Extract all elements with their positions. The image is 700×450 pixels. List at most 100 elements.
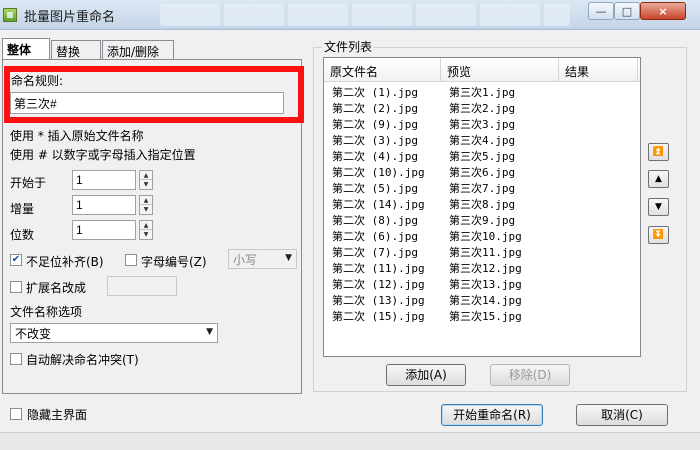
tab-replace[interactable]: 替换 [51, 40, 101, 60]
pad-label: 不足位补齐(B) [26, 255, 104, 269]
spin-down-icon[interactable]: ▼ [140, 205, 152, 214]
step-input[interactable] [72, 195, 136, 215]
digits-input[interactable] [72, 220, 136, 240]
tab-overall[interactable]: 整体 [2, 38, 50, 60]
move-bottom-button[interactable]: ⏬ [648, 226, 669, 244]
original-filename: 第二次 (1).jpg [332, 86, 418, 99]
case-value: 小写 [233, 253, 258, 267]
start-rename-button[interactable]: 开始重命名(R) [441, 404, 543, 426]
cancel-button[interactable]: 取消(C) [576, 404, 668, 426]
preview-filename: 第三次13.jpg [449, 278, 522, 291]
filename-option-value: 不改变 [15, 327, 52, 341]
start-spinner[interactable]: ▲ ▼ [139, 170, 153, 190]
remove-button[interactable]: 移除(D) [490, 364, 570, 386]
preview-filename: 第三次4.jpg [449, 134, 516, 147]
preview-filename: 第三次1.jpg [449, 86, 516, 99]
step-spinner[interactable]: ▲ ▼ [139, 195, 153, 215]
preview-filename: 第三次11.jpg [449, 246, 522, 259]
move-up-button[interactable]: ▲ [648, 170, 669, 188]
move-down-icon: ▼ [655, 202, 662, 212]
table-row[interactable]: 第二次 (15).jpg 第三次15.jpg [324, 307, 640, 323]
case-select[interactable]: 小写 ▼ [228, 249, 297, 269]
original-filename: 第二次 (13).jpg [332, 294, 425, 307]
letter-number-checkbox[interactable] [125, 254, 137, 266]
table-row[interactable]: 第二次 (1).jpg 第三次1.jpg [324, 83, 640, 99]
auto-resolve-label: 自动解决命名冲突(T) [26, 353, 139, 367]
original-filename: 第二次 (6).jpg [332, 230, 418, 243]
filename-option-select[interactable]: 不改变 ▼ [10, 323, 218, 343]
digits-spinner[interactable]: ▲ ▼ [139, 220, 153, 240]
original-filename: 第二次 (4).jpg [332, 150, 418, 163]
original-filename: 第二次 (11).jpg [332, 262, 425, 275]
table-row[interactable]: 第二次 (8).jpg 第三次9.jpg [324, 211, 640, 227]
original-filename: 第二次 (2).jpg [332, 102, 418, 115]
preview-filename: 第三次10.jpg [449, 230, 522, 243]
auto-resolve-checkbox[interactable] [10, 353, 22, 365]
column-original[interactable]: 原文件名 [324, 58, 441, 82]
table-row[interactable]: 第二次 (10).jpg 第三次6.jpg [324, 163, 640, 179]
preview-filename: 第三次3.jpg [449, 118, 516, 131]
preview-filename: 第三次6.jpg [449, 166, 516, 179]
original-filename: 第二次 (9).jpg [332, 118, 418, 131]
preview-filename: 第三次5.jpg [449, 150, 516, 163]
table-row[interactable]: 第二次 (4).jpg 第三次5.jpg [324, 147, 640, 163]
table-row[interactable]: 第二次 (9).jpg 第三次3.jpg [324, 115, 640, 131]
add-button[interactable]: 添加(A) [386, 364, 466, 386]
original-filename: 第二次 (3).jpg [332, 134, 418, 147]
spin-down-icon[interactable]: ▼ [140, 180, 152, 189]
chevron-down-icon: ▼ [206, 327, 213, 337]
move-top-button[interactable]: ⏫ [648, 143, 669, 161]
maximize-button[interactable]: □ [614, 2, 640, 20]
filename-options-label: 文件名称选项 [10, 305, 83, 319]
table-row[interactable]: 第二次 (7).jpg 第三次11.jpg [324, 243, 640, 259]
preview-filename: 第三次12.jpg [449, 262, 522, 275]
ext-label: 扩展名改成 [26, 281, 87, 295]
table-row[interactable]: 第二次 (12).jpg 第三次13.jpg [324, 275, 640, 291]
rename-dialog: 批量图片重命名 — □ × 整体 替换 添加/删除 命名规则: 使用 * 插入原… [0, 0, 700, 450]
move-down-button[interactable]: ▼ [648, 198, 669, 216]
table-row[interactable]: 第二次 (14).jpg 第三次8.jpg [324, 195, 640, 211]
close-button[interactable]: × [640, 2, 686, 20]
file-listview[interactable]: 原文件名 预览 结果 第二次 (1).jpg 第三次1.jpg 第二次 (2).jp… [323, 57, 641, 357]
highlight-box [4, 66, 304, 123]
preview-filename: 第三次9.jpg [449, 214, 516, 227]
table-row[interactable]: 第二次 (5).jpg 第三次7.jpg [324, 179, 640, 195]
original-filename: 第二次 (12).jpg [332, 278, 425, 291]
table-row[interactable]: 第二次 (2).jpg 第三次2.jpg [324, 99, 640, 115]
original-filename: 第二次 (10).jpg [332, 166, 425, 179]
table-row[interactable]: 第二次 (6).jpg 第三次10.jpg [324, 227, 640, 243]
minimize-icon: — [595, 4, 607, 18]
spin-up-icon[interactable]: ▲ [140, 171, 152, 180]
status-strip [0, 432, 700, 450]
spin-up-icon[interactable]: ▲ [140, 221, 152, 230]
move-top-icon: ⏫ [652, 147, 665, 157]
digits-label: 位数 [10, 228, 35, 242]
column-preview[interactable]: 预览 [441, 58, 559, 82]
hide-main-checkbox[interactable] [10, 408, 22, 420]
title-bar[interactable]: 批量图片重命名 — □ × [0, 0, 700, 30]
chevron-down-icon: ▼ [285, 253, 292, 263]
original-filename: 第二次 (15).jpg [332, 310, 425, 323]
column-result[interactable]: 结果 [559, 58, 638, 82]
table-row[interactable]: 第二次 (13).jpg 第三次14.jpg [324, 291, 640, 307]
app-icon [3, 8, 17, 22]
spin-down-icon[interactable]: ▼ [140, 230, 152, 239]
ext-checkbox[interactable] [10, 281, 22, 293]
pad-checkbox[interactable]: ✔ [10, 254, 22, 266]
table-row[interactable]: 第二次 (11).jpg 第三次12.jpg [324, 259, 640, 275]
original-filename: 第二次 (7).jpg [332, 246, 418, 259]
table-row[interactable]: 第二次 (3).jpg 第三次4.jpg [324, 131, 640, 147]
maximize-icon: □ [621, 4, 633, 18]
spin-up-icon[interactable]: ▲ [140, 196, 152, 205]
preview-filename: 第三次8.jpg [449, 198, 516, 211]
ext-input[interactable] [107, 276, 177, 296]
original-filename: 第二次 (14).jpg [332, 198, 425, 211]
move-up-icon: ▲ [655, 174, 662, 184]
preview-filename: 第三次14.jpg [449, 294, 522, 307]
listview-header: 原文件名 预览 结果 [324, 58, 640, 82]
hide-main-label: 隐藏主界面 [27, 408, 88, 422]
file-list-title: 文件列表 [322, 38, 375, 55]
tab-add-delete[interactable]: 添加/删除 [102, 40, 174, 60]
start-input[interactable] [72, 170, 136, 190]
minimize-button[interactable]: — [588, 2, 614, 20]
